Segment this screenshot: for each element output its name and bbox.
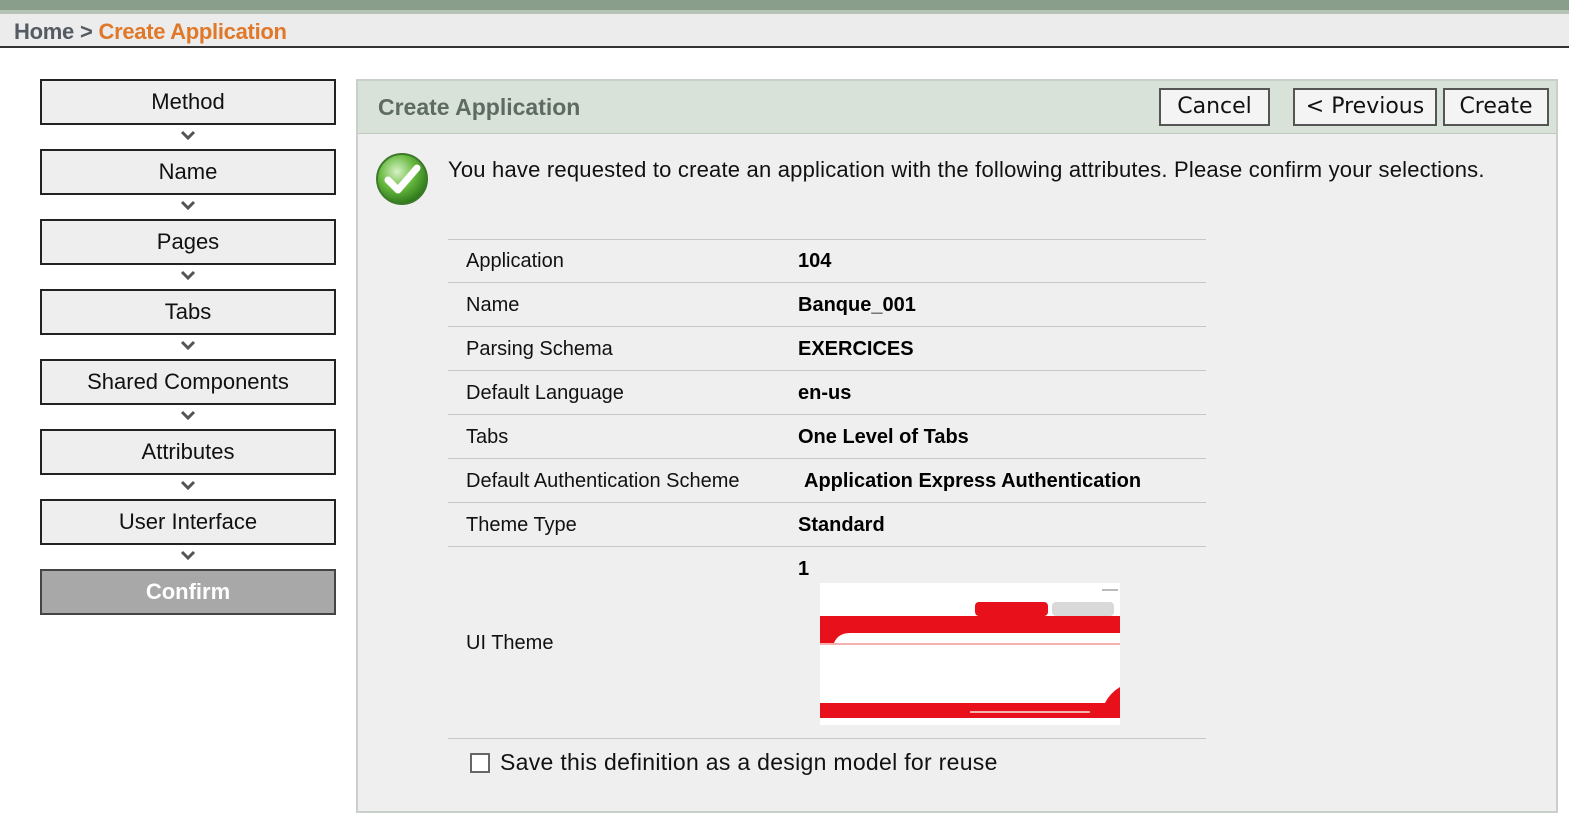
attr-value: 104 bbox=[798, 250, 832, 272]
save-design-label: Save this definition as a design model f… bbox=[500, 749, 998, 775]
attr-label: Default Authentication Scheme bbox=[466, 470, 740, 492]
attr-value: One Level of Tabs bbox=[798, 426, 969, 448]
breadcrumb-bar: Home > Create Application bbox=[0, 14, 1569, 48]
step-tabs: Tabs bbox=[40, 289, 336, 335]
previous-button[interactable]: < Previous bbox=[1293, 88, 1437, 126]
table-row: Name Banque_001 bbox=[448, 282, 1206, 326]
table-row: Default Language en-us bbox=[448, 370, 1206, 414]
step-pages: Pages bbox=[40, 219, 336, 265]
panel-title: Create Application bbox=[378, 94, 581, 120]
table-row: UI Theme 1 bbox=[448, 546, 1206, 739]
chevron-down-icon bbox=[180, 410, 196, 421]
chevron-down-icon bbox=[180, 480, 196, 491]
attr-label: UI Theme bbox=[466, 632, 554, 654]
attr-value: EXERCICES bbox=[798, 338, 914, 360]
success-check-icon bbox=[376, 153, 428, 205]
attr-label: Application bbox=[466, 250, 564, 272]
attr-value: Standard bbox=[798, 514, 885, 536]
theme-preview-image bbox=[820, 583, 1120, 725]
attr-value: en-us bbox=[798, 382, 852, 404]
attr-label: Name bbox=[466, 294, 520, 316]
attr-label: Parsing Schema bbox=[466, 338, 613, 360]
chevron-down-icon bbox=[180, 130, 196, 141]
step-user-interface: User Interface bbox=[40, 499, 336, 545]
save-design-checkbox[interactable] bbox=[470, 753, 490, 773]
table-row: Default Authentication Scheme Applicatio… bbox=[448, 458, 1206, 502]
step-name: Name bbox=[40, 149, 336, 195]
attr-value: 1 bbox=[798, 558, 810, 580]
table-row: Application 104 bbox=[448, 239, 1206, 283]
create-application-panel: Create Application Cancel < Previous Cre… bbox=[356, 79, 1558, 813]
table-divider bbox=[448, 738, 1206, 740]
table-row: Theme Type Standard bbox=[448, 502, 1206, 546]
chevron-down-icon bbox=[180, 340, 196, 351]
step-method: Method bbox=[40, 79, 336, 125]
attr-value: Application Express Authentication bbox=[804, 470, 1142, 492]
attr-label: Default Language bbox=[466, 382, 624, 404]
chevron-down-icon bbox=[180, 200, 196, 211]
breadcrumb-current: Create Application bbox=[98, 19, 287, 44]
confirmation-message: You have requested to create an applicat… bbox=[448, 157, 1485, 182]
attr-label: Theme Type bbox=[466, 514, 577, 536]
step-attributes: Attributes bbox=[40, 429, 336, 475]
chevron-down-icon bbox=[180, 270, 196, 281]
create-button[interactable]: Create bbox=[1443, 88, 1549, 126]
panel-header: Create Application Cancel < Previous Cre… bbox=[358, 81, 1556, 134]
breadcrumb-separator: > bbox=[79, 19, 93, 44]
table-row: Tabs One Level of Tabs bbox=[448, 414, 1206, 458]
step-shared-components: Shared Components bbox=[40, 359, 336, 405]
breadcrumb-home-link[interactable]: Home bbox=[14, 19, 74, 44]
step-confirm: Confirm bbox=[40, 569, 336, 615]
breadcrumb: Home > Create Application bbox=[14, 19, 287, 45]
cancel-button[interactable]: Cancel bbox=[1159, 88, 1270, 126]
attr-value: Banque_001 bbox=[798, 294, 916, 316]
table-row: Parsing Schema EXERCICES bbox=[448, 326, 1206, 370]
attr-label: Tabs bbox=[466, 426, 509, 448]
chevron-down-icon bbox=[180, 550, 196, 561]
